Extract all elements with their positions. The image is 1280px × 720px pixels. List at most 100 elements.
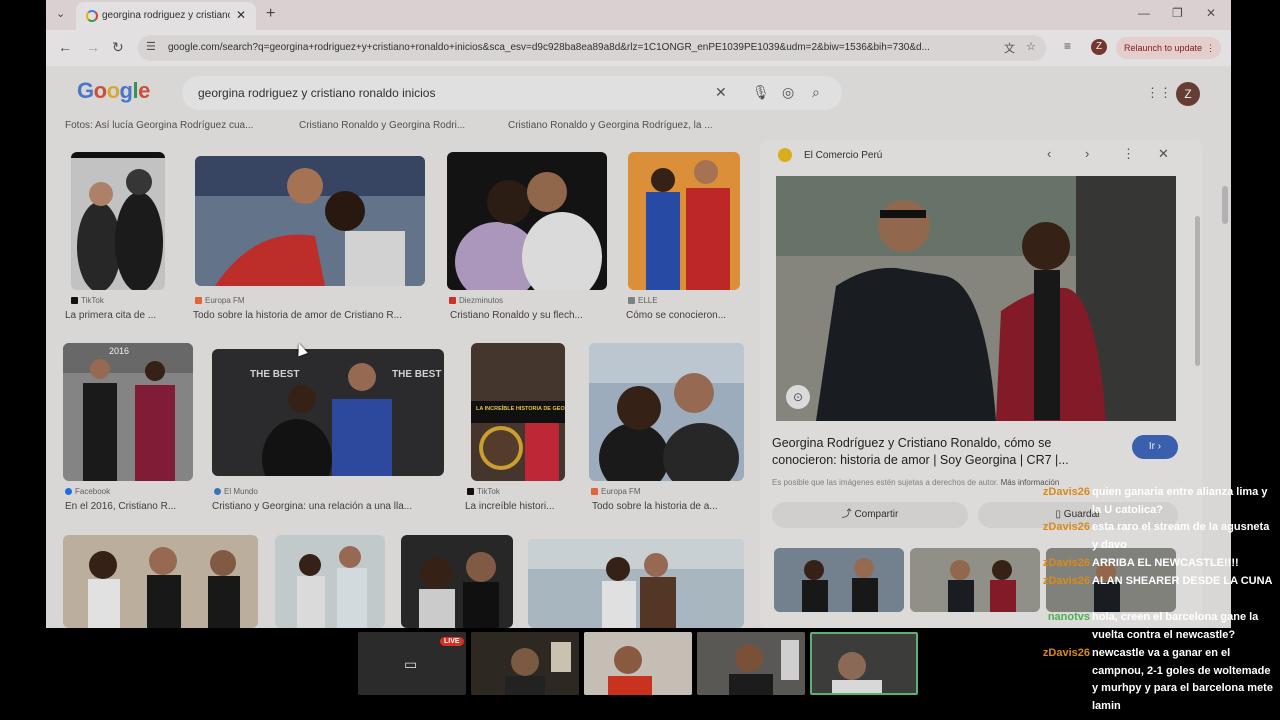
search-icon[interactable]: ⌕ (812, 84, 820, 101)
page-scrollbar[interactable] (1222, 186, 1228, 224)
site-info-icon[interactable]: ☰ (146, 40, 156, 53)
chat-text: ARRIBA EL NEWCASTLE!!!! (1092, 557, 1239, 569)
url-text: google.com/search?q=georgina+rodriguez+y… (168, 42, 930, 53)
result-source: ELLE (628, 296, 658, 305)
close-panel-icon[interactable]: ✕ (1158, 146, 1169, 162)
result-caption[interactable]: Cómo se conocieron... (626, 310, 742, 321)
result-caption[interactable]: La increíble histori... (465, 501, 567, 512)
participant-tile[interactable] (697, 632, 805, 695)
related-image[interactable] (774, 548, 904, 612)
result-image[interactable]: LA INCREÍBLE HISTORIA DE GEORGINA RODRÍG… (471, 343, 565, 481)
year-overlay: 2016 (109, 346, 129, 356)
visual-search-icon[interactable]: ⊙ (786, 385, 810, 409)
chat-text: esta raro el stream de la agusneta y dav… (1092, 521, 1270, 551)
account-avatar[interactable]: Z (1176, 82, 1200, 106)
result-caption[interactable]: Cristiano Ronaldo y su flech... (450, 310, 610, 321)
result-caption[interactable]: Todo sobre la historia de amor de Cristi… (193, 310, 433, 321)
chat-username[interactable]: zDavis26 (1030, 484, 1090, 502)
chat-text: quien ganaria entre alianza lima y la U … (1092, 486, 1268, 516)
restore-icon[interactable]: ❐ (1172, 6, 1183, 20)
preview-title[interactable]: Georgina Rodríguez y Cristiano Ronaldo, … (772, 435, 1112, 469)
result-image[interactable]: THE BEST THE BEST (212, 349, 444, 476)
minimize-icon[interactable]: — (1138, 6, 1150, 20)
share-icon: ⤴ (841, 509, 855, 520)
participant-tile[interactable] (584, 632, 692, 695)
preview-source[interactable]: El Comercio Perú (804, 150, 882, 161)
result-image[interactable] (447, 152, 607, 290)
voice-search-icon[interactable]: 🎙 (752, 84, 770, 101)
share-label: Compartir (854, 509, 899, 520)
live-badge: LIVE (440, 637, 464, 646)
chat-username[interactable]: zDavis26 (1030, 645, 1090, 663)
result-image[interactable] (401, 535, 513, 628)
relaunch-button[interactable]: Relaunch to update ⋮ (1116, 37, 1221, 59)
result-caption[interactable]: Todo sobre la historia de a... (592, 501, 742, 512)
go-button[interactable]: Ir › (1132, 435, 1178, 459)
copyright-disclaimer: Es posible que las imágenes estén sujeta… (772, 478, 1059, 487)
participant-tile[interactable] (471, 632, 579, 695)
tab-search-icon[interactable]: ⌄ (56, 7, 70, 21)
chat-username[interactable]: zDavis26 (1030, 573, 1090, 591)
result-source: TikTok (467, 487, 500, 496)
screen-share-icon: ▭ (404, 656, 418, 672)
chat-username[interactable]: zDavis26 (1030, 555, 1090, 573)
close-window-icon[interactable]: ✕ (1206, 6, 1216, 20)
reload-icon[interactable]: ↻ (112, 39, 124, 56)
result-source: Facebook (65, 487, 110, 496)
result-caption[interactable]: La primera cita de ... (65, 310, 175, 321)
active-speaker-tile[interactable] (810, 632, 918, 695)
next-arrow-icon[interactable]: › (1085, 146, 1089, 161)
chat-username[interactable]: zDavis26 (1030, 519, 1090, 537)
result-source-label: TikTok (477, 487, 500, 496)
result-source-label: ELLE (638, 296, 658, 305)
bookmark-star-icon[interactable]: ☆ (1026, 40, 1036, 53)
google-logo[interactable]: Google (77, 78, 150, 104)
translate-icon[interactable]: 文 (1004, 40, 1015, 56)
more-options-icon[interactable]: ⋮ (1122, 146, 1135, 162)
new-tab-icon[interactable]: + (266, 5, 275, 23)
top-caption-2[interactable]: Cristiano Ronaldo y Georgina Rodri... (299, 120, 465, 131)
top-caption-3[interactable]: Cristiano Ronaldo y Georgina Rodríguez, … (508, 120, 713, 131)
result-image[interactable] (528, 539, 744, 628)
result-image[interactable] (275, 535, 385, 628)
chat-text: hola, creen el barcelona gane la vuelta … (1092, 611, 1259, 641)
search-query: georgina rodriguez y cristiano ronaldo i… (198, 86, 436, 100)
close-tab-icon[interactable]: ✕ (236, 8, 246, 22)
result-source: TikTok (71, 296, 104, 305)
result-source: El Mundo (214, 487, 258, 496)
extensions-icon[interactable]: ≡ (1064, 39, 1071, 53)
top-caption-1[interactable]: Fotos: Así lucía Georgina Rodríguez cua.… (65, 120, 253, 131)
more-menu-icon[interactable]: ⋮ (1206, 37, 1215, 59)
result-image[interactable] (71, 152, 165, 290)
clear-search-icon[interactable]: ✕ (715, 84, 727, 101)
result-caption[interactable]: Cristiano y Georgina: una relación a una… (212, 501, 448, 512)
result-image[interactable] (195, 156, 425, 286)
result-caption[interactable]: En el 2016, Cristiano R... (65, 501, 195, 512)
disclaimer-text: Es posible que las imágenes estén sujeta… (772, 478, 999, 487)
result-image[interactable] (63, 535, 258, 628)
screen-share-tile[interactable]: ▭ LIVE (358, 632, 466, 695)
the-best-text-1: THE BEST (250, 369, 299, 380)
back-icon[interactable]: ← (58, 39, 72, 55)
preview-image[interactable] (776, 176, 1176, 421)
lens-search-icon[interactable]: ◎ (782, 84, 794, 101)
result-source-label: Europa FM (601, 487, 641, 496)
prev-arrow-icon[interactable]: ‹ (1047, 146, 1051, 161)
active-tab[interactable]: georgina rodriguez y cristiano ✕ (76, 2, 256, 30)
result-image[interactable] (628, 152, 740, 290)
chat-text: ALAN SHEARER DESDE LA CUNA (1092, 575, 1273, 587)
share-button[interactable]: ⤴ Compartir (772, 502, 968, 528)
related-image[interactable] (910, 548, 1040, 612)
chat-text: newcastle va a ganar en el campnou, 2-1 … (1092, 647, 1273, 712)
result-image[interactable] (589, 343, 744, 481)
chat-username[interactable]: nanotvs (1030, 609, 1090, 627)
relaunch-label: Relaunch to update (1124, 43, 1203, 53)
browser-profile-avatar[interactable]: Z (1091, 39, 1107, 55)
search-box[interactable]: georgina rodriguez y cristiano ronaldo i… (182, 76, 842, 110)
panel-scrollbar[interactable] (1195, 216, 1200, 366)
forward-icon[interactable]: → (86, 39, 100, 55)
browser-toolbar: ← → ↻ ☰ google.com/search?q=georgina+rod… (46, 30, 1231, 66)
address-bar[interactable]: ☰ google.com/search?q=georgina+rodriguez… (138, 35, 1046, 61)
result-image[interactable]: 2016 (63, 343, 193, 481)
result-source-label: Facebook (75, 487, 111, 496)
